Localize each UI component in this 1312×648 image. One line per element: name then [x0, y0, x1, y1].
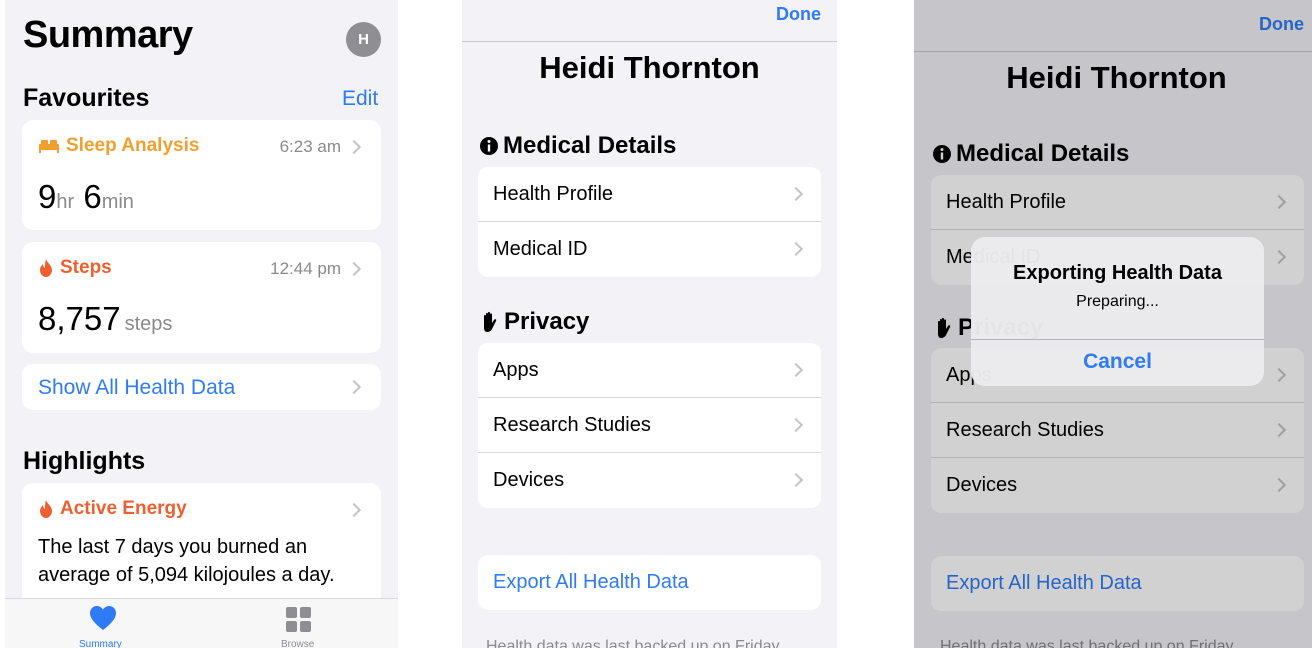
export-all-health-data-button[interactable]: Export All Health Data [478, 555, 821, 610]
chevron-right-icon [788, 362, 804, 378]
health-profile-label: Health Profile [493, 182, 614, 205]
privacy-heading: Privacy [480, 308, 589, 336]
show-all-health-data-row[interactable]: Show All Health Data [22, 364, 381, 410]
medical-id-row[interactable]: Medical ID [478, 222, 821, 277]
summary-screen: Summary H Favourites Edit Sleep Analysis… [5, 0, 398, 648]
flame-icon [40, 500, 52, 518]
chevron-right-icon [788, 186, 804, 202]
steps-card[interactable]: Steps 12:44 pm 8,757 steps [22, 242, 381, 353]
medical-details-group: Health Profile Medical ID [478, 167, 821, 277]
research-studies-row[interactable]: Research Studies [478, 398, 821, 453]
tab-summary-label[interactable]: Summary [79, 639, 122, 648]
steps-label: Steps [60, 257, 112, 278]
sleep-hours-unit: hr [56, 191, 75, 213]
sleep-minutes-unit: min [101, 191, 134, 213]
chevron-right-icon [346, 379, 362, 395]
medical-details-heading: Medical Details [479, 132, 676, 160]
chevron-right-icon [788, 417, 804, 433]
sleep-analysis-card[interactable]: Sleep Analysis 6:23 am 9hr 6min [22, 120, 381, 230]
export-alert-dialog: Exporting Health Data Preparing... Cance… [971, 237, 1264, 386]
research-studies-label: Research Studies [493, 413, 651, 436]
steps-time: 12:44 pm [270, 259, 341, 278]
apps-row[interactable]: Apps [478, 343, 821, 398]
alert-divider [971, 339, 1264, 340]
heart-icon [90, 606, 116, 630]
flame-icon [40, 259, 52, 277]
steps-title: Steps [38, 257, 112, 279]
active-energy-text: The last 7 days you burned an average of… [38, 536, 335, 586]
tab-bar: Summary Browse [5, 598, 398, 648]
sleep-hours: 9 [38, 178, 57, 215]
steps-count: 8,757 steps [38, 300, 172, 338]
chevron-right-icon [788, 241, 804, 257]
chevron-right-icon [346, 502, 362, 518]
privacy-group: Apps Research Studies Devices [478, 343, 821, 508]
grid-icon [286, 607, 311, 632]
tab-summary[interactable] [89, 605, 117, 636]
chevron-right-icon [788, 472, 804, 488]
done-button[interactable]: Done [776, 4, 821, 25]
tab-browse-label[interactable]: Browse [281, 639, 314, 648]
bed-icon [39, 140, 59, 153]
sleep-analysis-title: Sleep Analysis [38, 135, 199, 157]
sleep-duration: 9hr 6min [38, 178, 134, 216]
page-title: Summary [23, 14, 193, 56]
chevron-right-icon [346, 261, 362, 277]
export-screen: Done Heidi Thornton Medical Details Heal… [914, 0, 1312, 648]
apps-label: Apps [493, 358, 539, 381]
favourites-heading: Favourites [23, 84, 150, 112]
steps-unit: steps [124, 313, 173, 335]
edit-button[interactable]: Edit [342, 87, 378, 111]
alert-message: Preparing... [1076, 293, 1159, 310]
alert-title: Exporting Health Data [1013, 262, 1222, 284]
highlights-heading: Highlights [23, 447, 146, 475]
show-all-health-data-link[interactable]: Show All Health Data [38, 376, 235, 400]
nav-bar: Done [462, 0, 837, 42]
devices-label: Devices [493, 469, 565, 491]
avatar[interactable]: H [346, 22, 381, 57]
backup-note: Health data was last backed up on Friday [486, 638, 780, 648]
active-energy-title: Active Energy [38, 498, 187, 520]
devices-row[interactable]: Devices [478, 453, 821, 508]
medical-id-label: Medical ID [493, 238, 588, 260]
info-icon [480, 137, 498, 155]
export-group: Export All Health Data [478, 555, 821, 610]
profile-name: Heidi Thornton [539, 50, 760, 85]
hand-icon [484, 311, 497, 332]
cancel-button[interactable]: Cancel [971, 350, 1264, 374]
steps-value: 8,757 [38, 300, 121, 337]
chevron-right-icon [346, 139, 362, 155]
tab-browse[interactable] [286, 607, 312, 638]
privacy-label: Privacy [504, 308, 590, 335]
active-energy-label: Active Energy [60, 498, 187, 519]
medical-details-label: Medical Details [503, 132, 677, 159]
sleep-minutes: 6 [83, 178, 102, 215]
health-profile-row[interactable]: Health Profile [478, 167, 821, 222]
sleep-time: 6:23 am [279, 137, 341, 156]
sleep-analysis-label: Sleep Analysis [66, 135, 200, 156]
profile-screen: Done Heidi Thornton Medical Details Heal… [462, 0, 837, 648]
